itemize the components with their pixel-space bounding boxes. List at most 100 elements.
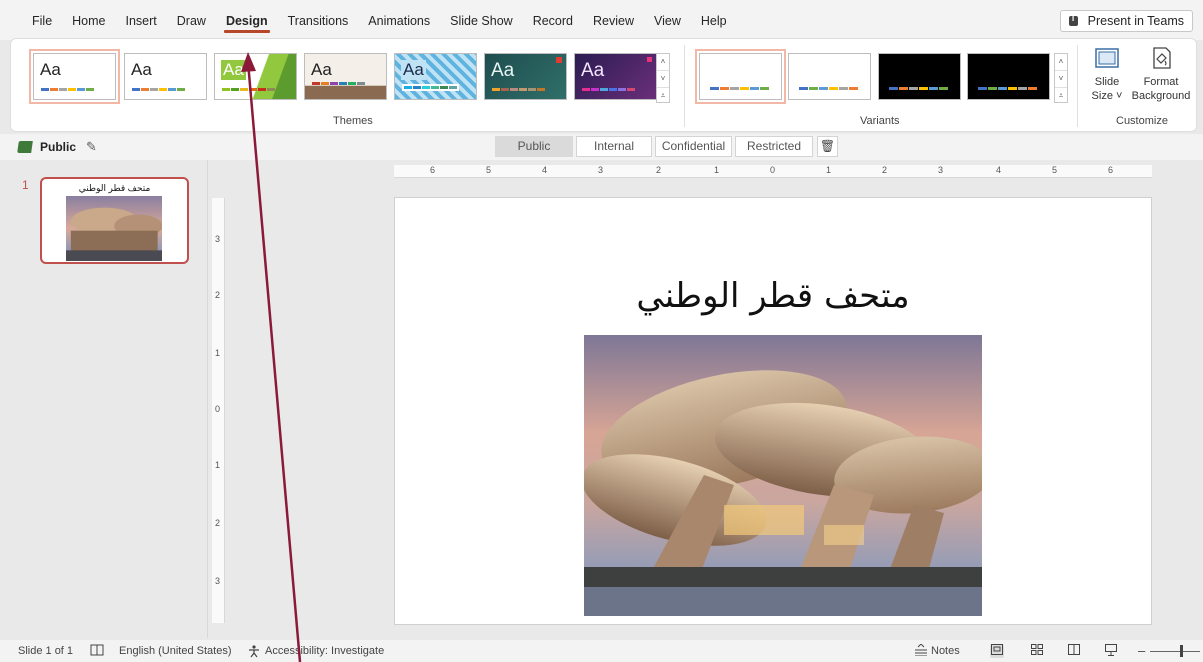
- format-background-icon: [1148, 45, 1174, 71]
- themes-scroll-down[interactable]: ˅: [657, 71, 669, 88]
- menu-review[interactable]: Review: [583, 0, 644, 40]
- ruler-tick: 0: [215, 404, 221, 414]
- slide-size-label-1: Slide: [1094, 76, 1120, 88]
- menu-view[interactable]: View: [644, 0, 691, 40]
- theme-sample-text: Aa: [401, 60, 426, 80]
- menu-home[interactable]: Home: [62, 0, 115, 40]
- sensitivity-current-label: Public: [40, 140, 77, 154]
- accessibility-status[interactable]: Accessibility: Investigate: [265, 645, 384, 657]
- zoom-slider[interactable]: [1150, 651, 1200, 652]
- slide-sorter-icon[interactable]: [1030, 644, 1044, 658]
- variants-scroller[interactable]: ˄ ˅ ⩡: [1054, 53, 1068, 103]
- theme-dark-teal[interactable]: Aa: [484, 53, 567, 100]
- ruler-tick: 2: [656, 165, 662, 175]
- variants-scroll-down[interactable]: ˅: [1055, 71, 1067, 88]
- slide-size-icon: [1094, 45, 1120, 71]
- menu-bar: File Home Insert Draw Design Transitions…: [0, 0, 1203, 40]
- customize-group-label: Customize: [1116, 115, 1168, 127]
- ruler-tick: 3: [215, 576, 221, 586]
- theme-pattern[interactable]: Aa: [394, 53, 477, 100]
- menu-transitions[interactable]: Transitions: [278, 0, 359, 40]
- slide-thumbnail-pane: 1 متحف قطر الوطني: [10, 160, 208, 638]
- theme-sample-text: Aa: [581, 60, 605, 81]
- menu-slide-show[interactable]: Slide Show: [440, 0, 523, 40]
- museum-photo[interactable]: [584, 335, 982, 616]
- notes-book-icon[interactable]: [90, 644, 104, 658]
- ruler-tick: 1: [215, 348, 221, 358]
- present-in-teams-button[interactable]: Present in Teams: [1059, 10, 1193, 32]
- normal-view-icon[interactable]: [990, 644, 1004, 658]
- theme-sample-text: Aa: [491, 60, 515, 81]
- ruler-tick: 1: [215, 460, 221, 470]
- slide-thumbnail-title: متحف قطر الوطني: [78, 183, 151, 193]
- ruler-tick: 1: [714, 165, 720, 175]
- vertical-ruler: 3 2 1 0 1 2 3: [212, 198, 225, 623]
- present-in-teams-label: Present in Teams: [1087, 14, 1184, 28]
- variant-2[interactable]: [788, 53, 871, 100]
- sensitivity-tag-icon: [17, 141, 33, 153]
- zoom-out-button[interactable]: –: [1138, 643, 1145, 658]
- slide-size-button[interactable]: Slide Size ˅: [1089, 45, 1125, 103]
- slide-size-label-2: Size ˅: [1091, 90, 1123, 102]
- themes-scroller[interactable]: ˄ ˅ ⩡: [656, 53, 670, 103]
- variants-more[interactable]: ⩡: [1055, 88, 1067, 104]
- sensitivity-bar: Public ✎ Public Internal Confidential Re…: [0, 134, 1203, 160]
- museum-photo-thumbnail: [66, 196, 162, 261]
- themes-scroll-up[interactable]: ˄: [657, 54, 669, 71]
- slide-title[interactable]: متحف قطر الوطني: [395, 276, 1151, 316]
- menu-animations[interactable]: Animations: [358, 0, 440, 40]
- slide-thumbnail-1[interactable]: متحف قطر الوطني: [40, 177, 189, 264]
- ruler-tick: 4: [996, 165, 1002, 175]
- theme-ion[interactable]: Aa: [304, 53, 387, 100]
- menu-file[interactable]: File: [22, 0, 62, 40]
- ruler-tick: 3: [938, 165, 944, 175]
- group-separator: [684, 45, 685, 127]
- format-background-label-2: Background: [1131, 90, 1191, 102]
- variants-scroll-up[interactable]: ˄: [1055, 54, 1067, 71]
- sensitivity-confidential-button[interactable]: Confidential: [655, 136, 732, 157]
- sensitivity-internal-button[interactable]: Internal: [576, 136, 652, 157]
- slide-number: 1: [22, 178, 29, 192]
- ruler-tick: 3: [598, 165, 604, 175]
- theme-office[interactable]: Aa: [29, 49, 120, 104]
- variant-3[interactable]: [878, 53, 961, 100]
- accessibility-icon[interactable]: [247, 644, 261, 658]
- menu-record[interactable]: Record: [523, 0, 583, 40]
- sensitivity-public-button[interactable]: Public: [495, 136, 573, 157]
- zoom-slider-thumb[interactable]: [1180, 645, 1183, 657]
- variant-4[interactable]: [967, 53, 1050, 100]
- ruler-tick: 1: [826, 165, 832, 175]
- trash-icon[interactable]: 🗑: [817, 136, 838, 157]
- theme-sample-text: Aa: [221, 60, 246, 80]
- variants-group-label: Variants: [860, 115, 900, 127]
- ruler-tick: 0: [770, 165, 776, 175]
- ruler-tick: 3: [215, 234, 221, 244]
- ruler-tick: 2: [882, 165, 888, 175]
- ruler-tick: 2: [215, 518, 221, 528]
- menu-help[interactable]: Help: [691, 0, 737, 40]
- theme-dark-purple[interactable]: Aa: [574, 53, 657, 100]
- ruler-tick: 5: [1052, 165, 1058, 175]
- slide-canvas[interactable]: متحف قطر الوطني: [394, 197, 1152, 625]
- sensitivity-current[interactable]: Public ✎: [17, 139, 97, 155]
- notes-button[interactable]: Notes: [931, 645, 960, 657]
- menu-draw[interactable]: Draw: [167, 0, 216, 40]
- sensitivity-restricted-button[interactable]: Restricted: [735, 136, 813, 157]
- status-bar: Slide 1 of 1 English (United States) Acc…: [0, 640, 1203, 662]
- format-background-label-1: Format: [1143, 76, 1179, 88]
- horizontal-ruler: 6 5 4 3 2 1 0 1 2 3 4 5 6: [394, 165, 1152, 178]
- variant-1[interactable]: [695, 49, 786, 104]
- menu-design[interactable]: Design: [216, 0, 278, 40]
- theme-facet[interactable]: Aa: [214, 53, 297, 100]
- reading-view-icon[interactable]: [1067, 644, 1081, 658]
- language-indicator[interactable]: English (United States): [119, 645, 232, 657]
- ruler-tick: 4: [542, 165, 548, 175]
- menu-insert[interactable]: Insert: [116, 0, 167, 40]
- slide-show-icon[interactable]: [1104, 644, 1118, 658]
- themes-more[interactable]: ⩡: [657, 88, 669, 104]
- pencil-icon[interactable]: ✎: [86, 139, 97, 155]
- theme-sample-text: Aa: [40, 60, 61, 79]
- theme-office-2[interactable]: Aa: [124, 53, 207, 100]
- notes-icon[interactable]: [914, 643, 928, 658]
- format-background-button[interactable]: Format Background: [1129, 45, 1193, 103]
